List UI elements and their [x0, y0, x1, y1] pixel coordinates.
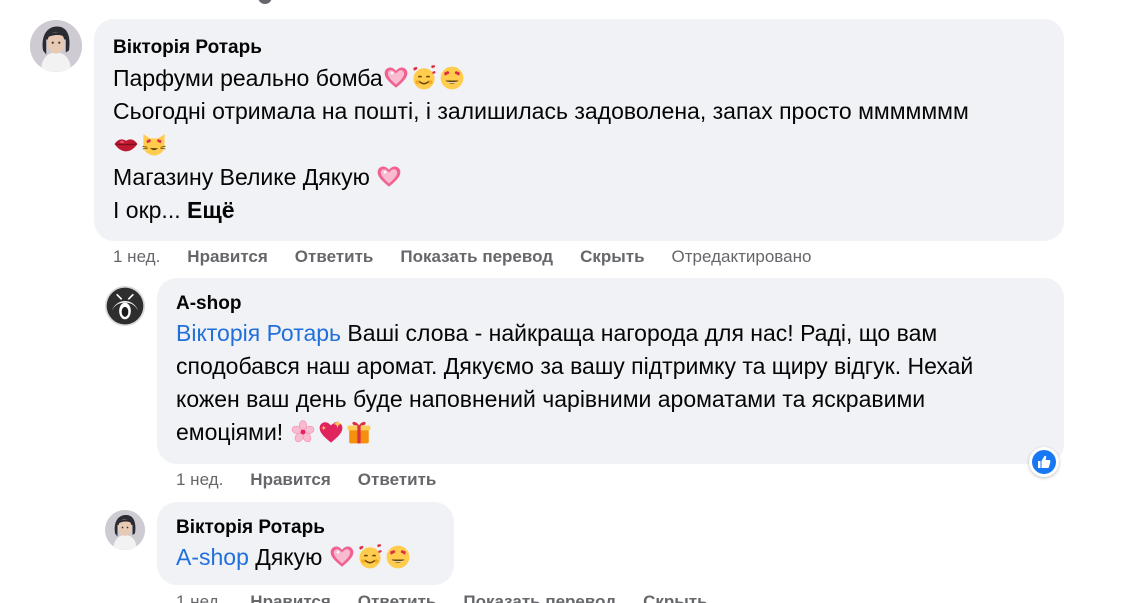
avatar-image — [105, 286, 145, 326]
comment-thread: Вікторія Ротарь Парфуми реально бомба Сь… — [0, 0, 1136, 603]
like-icon — [1032, 450, 1056, 474]
timestamp[interactable]: 1 нед. — [176, 470, 223, 490]
heart-eyes-icon — [385, 544, 411, 570]
previous-action-fragment — [258, 0, 272, 4]
comment-author[interactable]: Вікторія Ротарь — [113, 36, 1046, 60]
comment-line — [113, 128, 1046, 161]
reply-button[interactable]: Ответить — [295, 247, 374, 267]
comment-bubble: Вікторія Ротарь Парфуми реально бомба Сь… — [94, 19, 1064, 241]
avatar-image — [105, 510, 145, 550]
heart-eyes-icon — [439, 65, 465, 91]
reply-button[interactable]: Ответить — [358, 470, 437, 490]
comment-line: І окр... Ещё — [113, 194, 1046, 227]
comment-line: сподобався наш аромат. Дякуємо за вашу п… — [176, 353, 974, 379]
edited-label: Отредактировано — [671, 247, 812, 266]
comment-actions: 1 нед. Нравится Ответить — [176, 470, 463, 490]
comment-text: Парфуми реально бомба Сьогодні отримала … — [113, 62, 1046, 227]
timestamp[interactable]: 1 нед. — [176, 592, 223, 603]
heart-sparkle-icon — [329, 544, 355, 570]
comment-line-text: І окр... — [113, 197, 181, 223]
sparkling-heart-icon — [318, 419, 344, 445]
like-button[interactable]: Нравится — [250, 470, 331, 490]
smiling-face-with-hearts-icon — [357, 544, 383, 570]
comment-actions: 1 нед. Нравится Ответить Показать перево… — [113, 247, 838, 267]
show-translation-button[interactable]: Показать перевод — [400, 247, 553, 267]
avatar[interactable] — [105, 510, 145, 550]
comment-line-text: Парфуми реально бомба — [113, 65, 383, 91]
hide-button[interactable]: Скрыть — [580, 247, 644, 267]
smiling-face-with-hearts-icon — [411, 65, 437, 91]
heart-sparkle-icon — [376, 164, 402, 190]
timestamp[interactable]: 1 нед. — [113, 247, 160, 267]
heart-eyes-cat-icon — [141, 131, 167, 157]
reply-button[interactable]: Ответить — [358, 592, 437, 603]
avatar[interactable] — [105, 286, 145, 326]
gift-icon — [346, 419, 372, 445]
comment-text: Вікторія Ротарь Ваші слова - найкраща на… — [176, 317, 1046, 449]
show-translation-button[interactable]: Показать перевод — [463, 592, 616, 603]
avatar-image — [30, 20, 82, 72]
comment-line: Вікторія Ротарь Ваші слова - найкраща на… — [176, 317, 1046, 350]
comment-bubble: A-shop Вікторія Ротарь Ваші слова - найк… — [157, 278, 1064, 464]
avatar[interactable] — [30, 20, 82, 72]
comment-line: емоціями! — [176, 416, 1046, 449]
comment-line-text: Дякую — [248, 544, 323, 570]
like-button[interactable]: Нравится — [187, 247, 268, 267]
comment-line: Парфуми реально бомба — [113, 62, 1046, 95]
comment-bubble: Вікторія Ротарь A-shop Дякую — [157, 502, 454, 585]
comment-line: кожен ваш день буде наповнений чарівними… — [176, 386, 926, 412]
comment-author[interactable]: A-shop — [176, 292, 1046, 316]
comment-line: Сьогодні отримала на пошті, і залишилась… — [113, 98, 969, 124]
hide-button[interactable]: Скрыть — [643, 592, 707, 603]
mention-link[interactable]: Вікторія Ротарь — [176, 320, 341, 346]
comment-line: Магазину Велике Дякую — [113, 161, 1046, 194]
comment-author[interactable]: Вікторія Ротарь — [176, 516, 436, 540]
cherry-blossom-icon — [290, 419, 316, 445]
mention-link[interactable]: A-shop — [176, 544, 249, 570]
like-button[interactable]: Нравится — [250, 592, 331, 603]
heart-sparkle-icon — [383, 65, 409, 91]
lips-icon — [113, 131, 139, 157]
see-more-link[interactable]: Ещё — [187, 197, 235, 223]
like-reaction-badge[interactable] — [1029, 447, 1059, 477]
comment-actions: 1 нед. Нравится Ответить Показать перево… — [176, 592, 735, 603]
comment-line-text: Ваші слова - найкраща нагорода для нас! … — [341, 320, 938, 346]
comment-line-text: Магазину Велике Дякую — [113, 164, 370, 190]
comment-text: A-shop Дякую — [176, 541, 436, 574]
comment-line-text: емоціями! — [176, 419, 284, 445]
